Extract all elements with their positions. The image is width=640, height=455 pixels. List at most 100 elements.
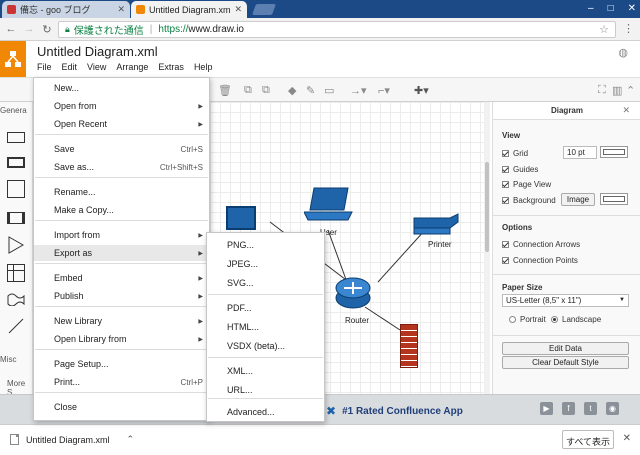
workstation-icon[interactable] [226, 206, 256, 230]
minimize-icon[interactable]: – [588, 3, 594, 14]
guides-checkbox[interactable] [502, 166, 509, 173]
menu-view[interactable]: View [87, 62, 106, 72]
menu-extras[interactable]: Extras [158, 62, 184, 72]
line-color-icon[interactable]: ✎ [306, 84, 315, 97]
file-menu-item[interactable]: Open from ▶ [34, 98, 209, 114]
grid-size-input[interactable]: 10 pt [563, 146, 597, 159]
line-shape-icon[interactable] [8, 318, 24, 334]
export-menu-item[interactable]: PNG... [207, 237, 324, 253]
close-download-bar-icon[interactable]: ✕ [623, 433, 631, 444]
connection-arrows-checkbox[interactable] [502, 241, 509, 248]
fill-color-icon[interactable]: ◆ [288, 84, 296, 97]
back-icon[interactable]: ← [4, 23, 18, 35]
new-tab-button[interactable] [251, 4, 277, 15]
document-title[interactable]: Untitled Diagram.xml [37, 44, 158, 59]
file-menu-item[interactable]: Save as... Ctrl+Shift+S [34, 159, 209, 175]
forward-icon[interactable]: → [22, 23, 36, 35]
page-view-checkbox[interactable] [502, 181, 509, 188]
file-menu-item[interactable]: Open Library from ▶ [34, 331, 209, 347]
connection-icon[interactable]: →▾ [350, 84, 367, 97]
file-menu-item[interactable]: Open Recent ▶ [34, 116, 209, 132]
export-menu-item[interactable]: VSDX (beta)... [207, 338, 324, 354]
menu-edit[interactable]: Edit [62, 62, 78, 72]
browser-tab-drawio[interactable]: Untitled Diagram.xml ✕ [131, 1, 247, 18]
router-icon[interactable] [334, 274, 372, 312]
reload-icon[interactable]: ↻ [40, 23, 54, 36]
tab-diagram[interactable]: Diagram [493, 102, 640, 120]
collapse-icon[interactable]: ⌃ [626, 84, 635, 97]
to-back-icon[interactable]: ⧉ [262, 84, 270, 97]
shadow-icon[interactable]: ▭ [324, 84, 334, 97]
printer-icon[interactable] [410, 212, 460, 238]
wave-shape-icon[interactable] [7, 292, 25, 306]
export-menu-item[interactable]: SVG... [207, 275, 324, 291]
file-menu-item[interactable]: New... [34, 80, 209, 96]
scrollbar-thumb[interactable] [485, 162, 489, 252]
youtube-icon[interactable]: ▶ [540, 402, 553, 415]
landscape-radio[interactable] [551, 316, 558, 323]
download-item[interactable]: Untitled Diagram.xml ⌃ [10, 434, 134, 445]
menu-help[interactable]: Help [194, 62, 213, 72]
triangle-shape-icon[interactable] [8, 236, 24, 254]
canvas-scrollbar[interactable] [484, 102, 490, 394]
file-menu-item[interactable]: Close [34, 399, 209, 415]
connection-points-checkbox[interactable] [502, 257, 509, 264]
facebook-icon[interactable]: f [562, 402, 575, 415]
omnibox[interactable]: 🔒︎ 保護された通信 | https://www.draw.io ☆ [58, 21, 616, 38]
rounded-rect-shape-icon[interactable] [7, 157, 25, 168]
export-menu-item[interactable]: URL... [207, 382, 324, 398]
file-menu-item[interactable]: Save Ctrl+S [34, 141, 209, 157]
process-shape-icon[interactable] [7, 212, 25, 224]
table-shape-icon[interactable] [7, 264, 25, 282]
fullscreen-icon[interactable]: ⛶ [598, 84, 606, 97]
close-panel-icon[interactable]: ✕ [622, 105, 630, 116]
browser-menu-icon[interactable]: ⋮ [623, 22, 634, 35]
export-menu-item[interactable]: PDF... [207, 300, 324, 316]
close-tab-icon[interactable]: ✕ [117, 4, 125, 15]
grid-color-swatch[interactable] [600, 146, 628, 158]
background-color-swatch[interactable] [600, 193, 628, 205]
file-menu-item[interactable]: Publish ▶ [34, 288, 209, 304]
close-window-icon[interactable]: ✕ [628, 3, 636, 14]
background-checkbox[interactable] [502, 197, 509, 204]
general-section-label[interactable]: Genera [0, 106, 27, 115]
export-menu-item[interactable]: XML... [207, 363, 324, 379]
paper-size-select[interactable]: US-Letter (8,5" x 11") ▼ [502, 294, 629, 307]
portrait-radio[interactable] [509, 316, 516, 323]
github-icon[interactable]: ◉ [606, 402, 619, 415]
bookmark-star-icon[interactable]: ☆ [599, 23, 609, 36]
language-globe-icon[interactable]: ◍ [618, 46, 628, 59]
insert-icon[interactable]: ✚▾ [414, 84, 429, 97]
file-menu-item[interactable]: Page Setup... [34, 356, 209, 372]
to-front-icon[interactable]: ⧉ [244, 84, 252, 97]
firewall-icon[interactable] [400, 324, 418, 368]
file-menu-item[interactable]: Embed ▶ [34, 270, 209, 286]
maximize-icon[interactable]: □ [608, 3, 614, 14]
file-menu-item[interactable]: Make a Copy... [34, 202, 209, 218]
clear-default-style-button[interactable]: Clear Default Style [502, 356, 629, 369]
twitter-icon[interactable]: t [584, 402, 597, 415]
chevron-up-icon[interactable]: ⌃ [127, 434, 135, 445]
square-shape-icon[interactable] [7, 180, 25, 198]
rectangle-shape-icon[interactable] [7, 132, 25, 143]
export-menu-item[interactable]: HTML... [207, 319, 324, 335]
waypoints-icon[interactable]: ⌐▾ [378, 84, 390, 97]
show-all-button[interactable]: すべて表示 [562, 430, 614, 449]
format-panel-icon[interactable]: ▥ [612, 84, 622, 97]
misc-section-label[interactable]: Misc [0, 355, 16, 364]
delete-icon[interactable]: 🗑︎ [218, 84, 232, 97]
menu-arrange[interactable]: Arrange [116, 62, 148, 72]
grid-checkbox[interactable] [502, 150, 509, 157]
confluence-banner[interactable]: ✖ #1 Rated Confluence App [326, 404, 463, 418]
export-menu-item[interactable]: JPEG... [207, 256, 324, 272]
close-tab-icon[interactable]: ✕ [234, 4, 242, 15]
file-menu-item[interactable]: Export as ▶ [34, 245, 209, 261]
edit-data-button[interactable]: Edit Data [502, 342, 629, 355]
file-menu-item[interactable]: New Library ▶ [34, 313, 209, 329]
image-button[interactable]: Image [561, 193, 595, 206]
laptop-icon[interactable] [304, 186, 354, 222]
menu-file[interactable]: File [37, 62, 52, 72]
file-menu-item[interactable]: Print... Ctrl+P [34, 374, 209, 390]
browser-tab-goo-blog[interactable]: 備忘 - goo ブログ ✕ [2, 1, 130, 18]
file-menu-item[interactable]: Rename... [34, 184, 209, 200]
